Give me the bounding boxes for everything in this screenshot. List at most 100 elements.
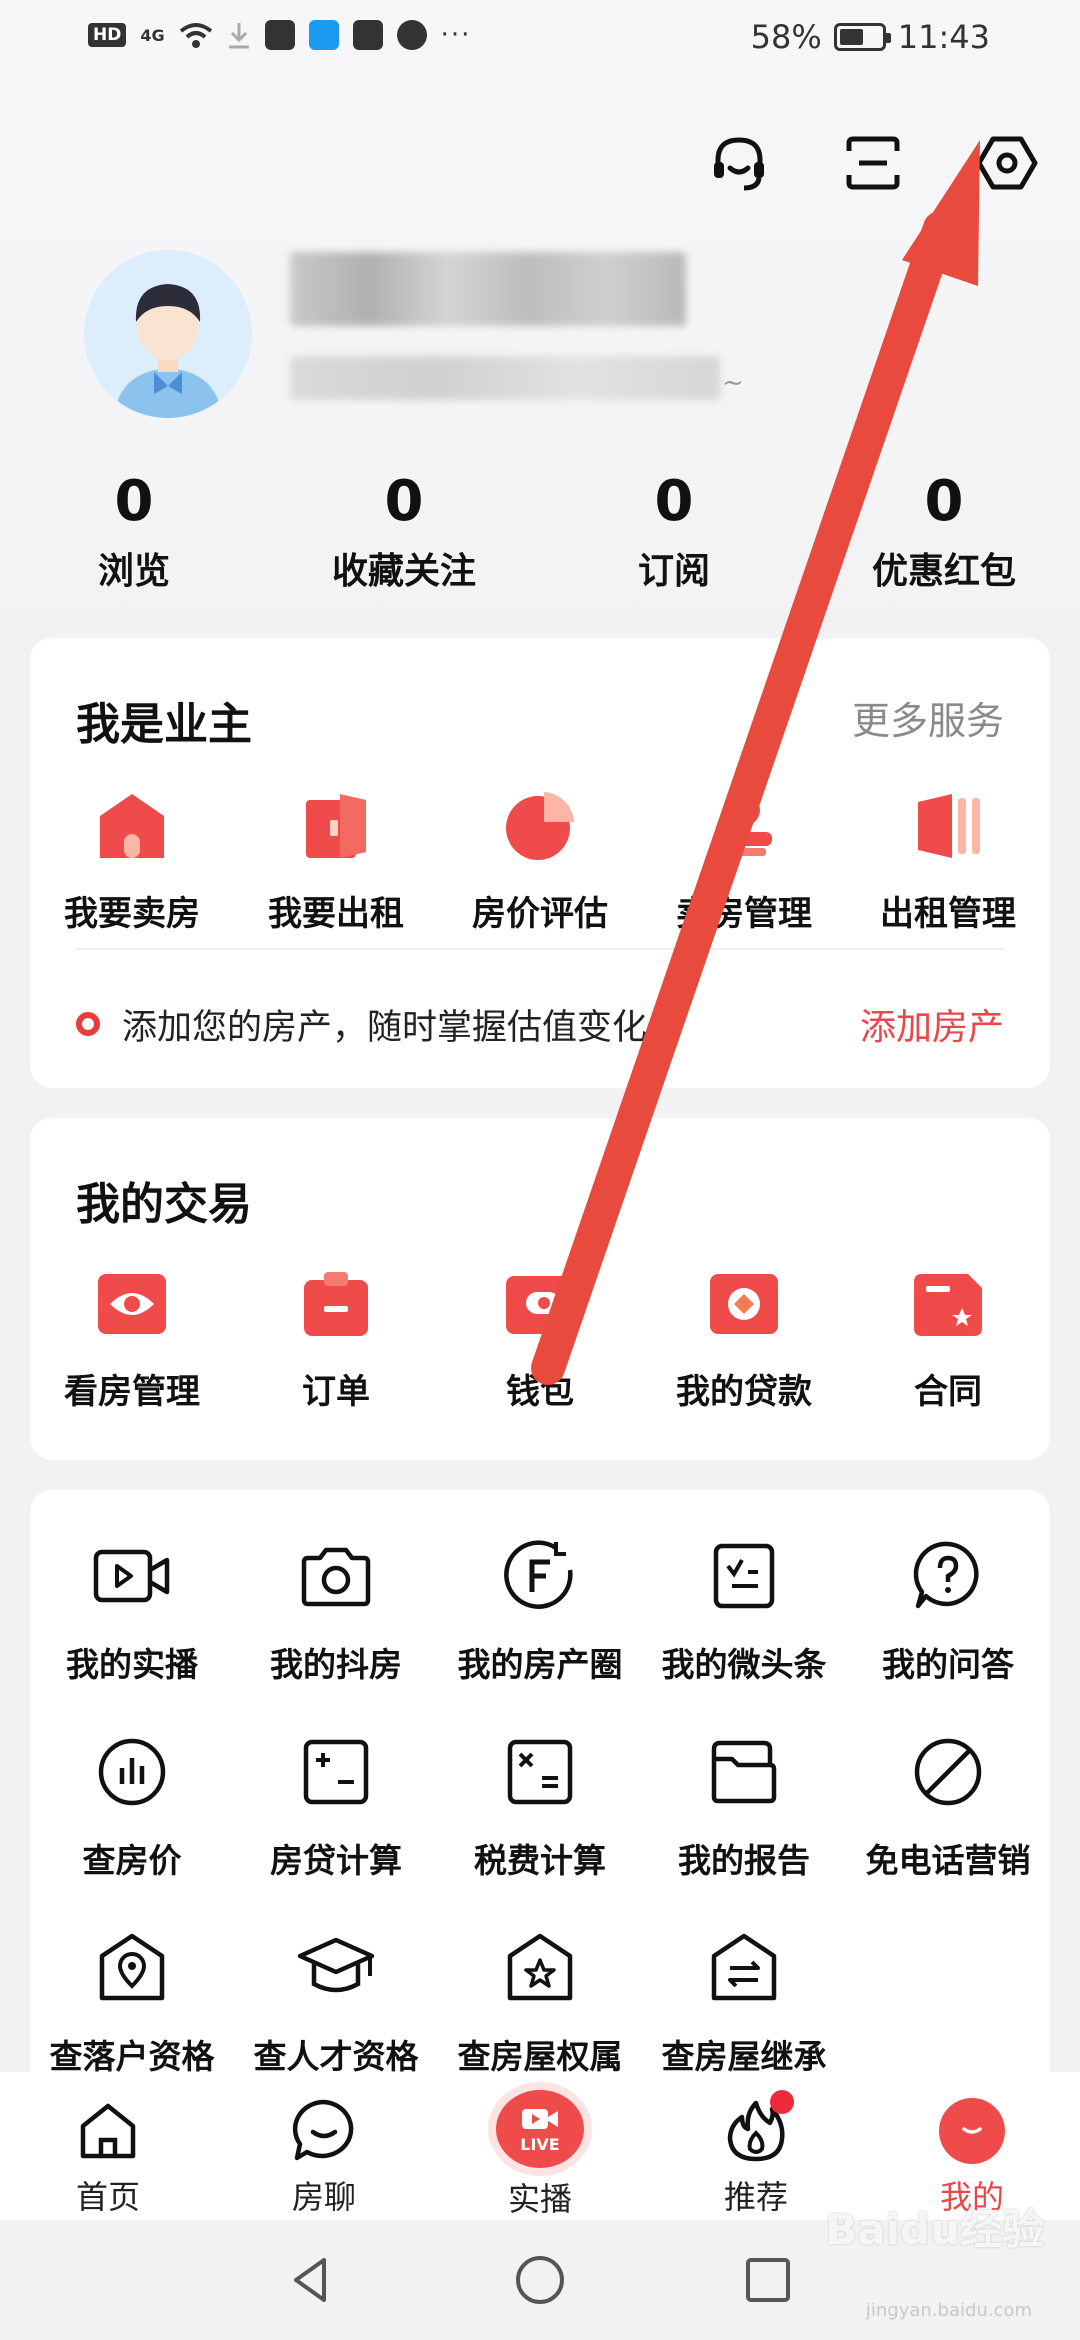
tool-label: 我的微头条 bbox=[661, 1645, 827, 1684]
trade-item-label: 我的贷款 bbox=[676, 1372, 812, 1412]
pie-chart-icon bbox=[500, 786, 580, 866]
tool-label: 我的抖房 bbox=[270, 1645, 402, 1684]
battery-icon bbox=[833, 23, 891, 51]
subtitle-suffix: ~ bbox=[722, 368, 744, 398]
stat-value: 0 bbox=[654, 469, 694, 534]
add-property-button[interactable]: 添加房产 bbox=[860, 998, 1004, 1050]
download-icon bbox=[228, 23, 249, 49]
me-icon bbox=[937, 2096, 1007, 2166]
tool-label: 查房屋权属 bbox=[457, 2037, 623, 2076]
tool-tax-calc[interactable]: 税费计算 bbox=[438, 1732, 642, 1882]
tool-label: 我的报告 bbox=[678, 1841, 810, 1880]
trade-item-loan[interactable]: 我的贷款 bbox=[642, 1264, 846, 1413]
clock: 11:43 bbox=[897, 18, 990, 56]
tool-label: 我的房产圈 bbox=[457, 1645, 623, 1684]
stat-views[interactable]: 0 浏览 bbox=[34, 470, 234, 594]
contract-icon bbox=[908, 1264, 988, 1344]
scan-icon[interactable] bbox=[840, 130, 906, 196]
divider bbox=[76, 948, 1004, 950]
trade-item-contract[interactable]: 合同 bbox=[846, 1264, 1050, 1413]
stat-subscriptions[interactable]: 0 订阅 bbox=[574, 470, 774, 594]
stat-value: 0 bbox=[924, 469, 964, 534]
tool-my-micro-headline[interactable]: 我的微头条 bbox=[642, 1536, 846, 1686]
tool-check-ownership[interactable]: 查房屋权属 bbox=[438, 1928, 642, 2078]
watermark-url: jingyan.baidu.com bbox=[865, 2300, 1032, 2321]
stat-label: 收藏关注 bbox=[331, 551, 476, 592]
status-bar: HD 4G ··· 58% 11:43 bbox=[0, 0, 1080, 80]
tool-my-douyin-house[interactable]: 我的抖房 bbox=[234, 1536, 438, 1686]
transfer-house-icon bbox=[704, 1928, 784, 2008]
message-icon bbox=[396, 20, 427, 50]
stat-coupons[interactable]: 0 优惠红包 bbox=[844, 470, 1044, 594]
owner-item-label: 我要出租 bbox=[268, 894, 404, 934]
tool-my-report[interactable]: 我的报告 bbox=[642, 1732, 846, 1882]
camera-icon bbox=[296, 1536, 376, 1616]
tool-my-live[interactable]: 我的实播 bbox=[30, 1536, 234, 1686]
no-call-icon bbox=[908, 1732, 988, 1812]
home-nav-icon[interactable] bbox=[512, 2252, 568, 2308]
tool-label: 查房屋继承 bbox=[661, 2037, 827, 2076]
tip-text: 添加您的房产，随时掌握估值变化 bbox=[122, 1007, 648, 1048]
home-icon bbox=[73, 2096, 143, 2166]
trade-item-label: 看房管理 bbox=[64, 1372, 200, 1412]
tool-check-talent[interactable]: 查人才资格 bbox=[234, 1928, 438, 2078]
tool-my-property-circle[interactable]: 我的房产圈 bbox=[438, 1536, 642, 1686]
back-icon[interactable] bbox=[284, 2252, 340, 2308]
tab-label: 首页 bbox=[75, 2178, 140, 2216]
owner-item-valuation[interactable]: 房价评估 bbox=[438, 786, 642, 935]
star-house-icon bbox=[500, 1928, 580, 2008]
tool-empty-slot bbox=[846, 1928, 1050, 2078]
stat-favorites[interactable]: 0 收藏关注 bbox=[304, 470, 504, 594]
tool-label: 查落户资格 bbox=[49, 2037, 215, 2076]
hd-indicator: HD bbox=[88, 23, 127, 47]
owner-card-title: 我是业主 bbox=[76, 699, 252, 750]
panels-icon bbox=[908, 786, 988, 866]
tool-mortgage-calc[interactable]: 房贷计算 bbox=[234, 1732, 438, 1882]
owner-item-label: 卖房管理 bbox=[676, 894, 812, 934]
tool-my-qa[interactable]: 我的问答 bbox=[846, 1536, 1050, 1686]
owner-item-rent[interactable]: 我要出租 bbox=[234, 786, 438, 935]
door-icon bbox=[296, 786, 376, 866]
settings-icon[interactable] bbox=[974, 130, 1040, 196]
avatar[interactable] bbox=[84, 250, 252, 418]
location-house-icon bbox=[92, 1928, 172, 2008]
more-services-link[interactable]: 更多服务 bbox=[852, 690, 1004, 745]
tool-label: 我的问答 bbox=[882, 1645, 1014, 1684]
owner-item-rent-manage[interactable]: 出租管理 bbox=[846, 786, 1050, 935]
tool-label: 免电话营销 bbox=[865, 1841, 1031, 1880]
trade-card: 我的交易 看房管理 订单 钱包 我的贷款 合同 bbox=[30, 1118, 1050, 1460]
tool-check-household[interactable]: 查落户资格 bbox=[30, 1928, 234, 2078]
owner-item-label: 出租管理 bbox=[880, 894, 1016, 934]
tool-no-call-marketing[interactable]: 免电话营销 bbox=[846, 1732, 1050, 1882]
tab-chat[interactable]: 房聊 bbox=[216, 2072, 432, 2220]
tool-label: 查人才资格 bbox=[253, 2037, 419, 2076]
trade-item-label: 钱包 bbox=[506, 1372, 574, 1412]
stat-label: 优惠红包 bbox=[871, 551, 1016, 592]
tool-check-price[interactable]: 查房价 bbox=[30, 1732, 234, 1882]
tab-home[interactable]: 首页 bbox=[0, 2072, 216, 2220]
graduation-cap-icon bbox=[296, 1928, 376, 2008]
owner-item-sell[interactable]: 我要卖房 bbox=[30, 786, 234, 935]
trade-item-wallet[interactable]: 钱包 bbox=[438, 1264, 642, 1413]
tool-label: 我的实播 bbox=[66, 1645, 198, 1684]
tab-live[interactable]: LIVE 实播 bbox=[432, 2072, 648, 2220]
house-icon bbox=[92, 786, 172, 866]
stat-label: 浏览 bbox=[97, 551, 170, 592]
trade-item-label: 订单 bbox=[302, 1372, 370, 1412]
stat-value: 0 bbox=[114, 469, 154, 534]
chat-icon bbox=[289, 2096, 359, 2166]
headset-icon[interactable] bbox=[706, 130, 772, 196]
add-property-tip[interactable]: 添加您的房产，随时掌握估值变化 添加房产 bbox=[76, 998, 1004, 1050]
recents-icon[interactable] bbox=[740, 2252, 796, 2308]
tax-calc-icon bbox=[500, 1732, 580, 1812]
owner-item-sell-manage[interactable]: 卖房管理 bbox=[642, 786, 846, 935]
tool-check-inheritance[interactable]: 查房屋继承 bbox=[642, 1928, 846, 2078]
tools-card: 我的实播 我的抖房 我的房产圈 我的微头条 我的问答 查房价 房贷计算 税费计算… bbox=[30, 1490, 1050, 2110]
tool-label: 查房价 bbox=[82, 1841, 182, 1880]
bars-circle-icon bbox=[92, 1732, 172, 1812]
live-badge-text: LIVE bbox=[520, 2134, 560, 2154]
trade-item-viewing[interactable]: 看房管理 bbox=[30, 1264, 234, 1413]
trade-item-orders[interactable]: 订单 bbox=[234, 1264, 438, 1413]
username-masked bbox=[290, 252, 686, 326]
person-icon bbox=[704, 786, 784, 866]
